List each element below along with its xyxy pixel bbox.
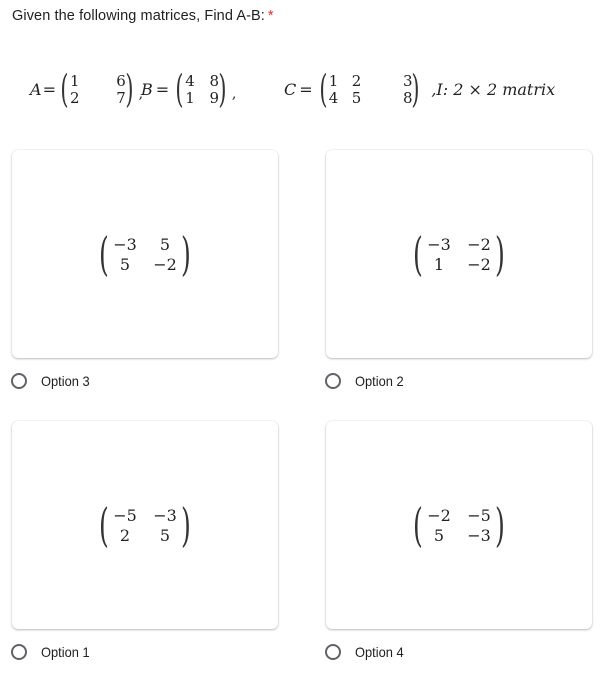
matrix-cell: 5 xyxy=(433,525,445,545)
right-paren-icon: ) xyxy=(411,67,420,111)
matrix-a-label: A xyxy=(30,79,42,99)
option-3-image[interactable]: ( −3 5 5 −2 ) xyxy=(12,150,278,358)
matrix-b-cell: 4 xyxy=(185,71,195,90)
required-marker: * xyxy=(267,8,274,24)
question-text: Given the following matrices, Find A-B: xyxy=(12,8,265,24)
question-title: Given the following matrices, Find A-B: * xyxy=(12,8,274,24)
matrix-cell: 1 xyxy=(433,254,445,274)
matrix-a-body: 1 6 2 7 xyxy=(68,71,126,107)
option-1-matrix: ( −5 −3 2 5 ) xyxy=(95,502,195,548)
option-4-image[interactable]: ( −2 −5 5 −3 ) xyxy=(326,421,592,629)
matrix-c-cell: 1 xyxy=(328,71,339,90)
matrix-b-cell: 9 xyxy=(209,88,219,107)
option-4-choice[interactable]: Option 4 xyxy=(325,644,408,660)
matrix-cell: −5 xyxy=(113,505,137,525)
matrix-cell: −2 xyxy=(467,254,491,274)
matrix-c-cell: 5 xyxy=(351,88,362,107)
matrix-c: C = ( 1 2 3 4 5 8 ) ,I: 2 × 2 matrix xyxy=(284,64,555,114)
option-label: Option 1 xyxy=(41,644,90,660)
matrix-b: B = ( 4 8 1 9 ) , xyxy=(141,64,236,114)
option-label: Option 3 xyxy=(41,373,90,389)
matrix-c-cell: 2 xyxy=(351,71,362,90)
left-paren-icon: ( xyxy=(60,67,69,111)
matrix-a-cell: 7 xyxy=(116,88,126,107)
matrix-cell: −2 xyxy=(427,505,451,525)
matrix-a-equals: = xyxy=(42,79,56,99)
matrix-cell: −2 xyxy=(467,234,491,254)
matrix-a-cell: 2 xyxy=(70,88,80,107)
left-paren-icon: ( xyxy=(413,498,423,552)
option-label: Option 4 xyxy=(355,644,404,660)
right-paren-icon: ) xyxy=(495,498,505,552)
matrix-definitions: A = ( 1 6 2 7 ) , B = ( 4 8 1 9 ) , C = … xyxy=(0,64,614,114)
matrix-cell: 2 xyxy=(119,525,131,545)
right-paren-icon: ) xyxy=(218,67,227,111)
matrix-c-equals: = xyxy=(299,79,313,99)
matrix-cell: 5 xyxy=(159,234,171,254)
right-paren-icon: ) xyxy=(125,67,134,111)
option-2-matrix: ( −3 −2 1 −2 ) xyxy=(409,231,509,277)
matrix-b-label: B xyxy=(141,79,153,99)
matrix-b-body: 4 8 1 9 xyxy=(183,71,219,107)
option-4-matrix: ( −2 −5 5 −3 ) xyxy=(409,502,509,548)
option-1-choice[interactable]: Option 1 xyxy=(11,644,94,660)
matrix-cell: −3 xyxy=(427,234,451,254)
identity-note: ,I: 2 × 2 matrix xyxy=(431,79,556,99)
option-2-choice[interactable]: Option 2 xyxy=(325,373,408,389)
comma: , xyxy=(231,86,237,102)
matrix-cell: 5 xyxy=(119,254,131,274)
radio-button[interactable] xyxy=(11,644,27,660)
radio-button[interactable] xyxy=(11,373,27,389)
right-paren-icon: ) xyxy=(495,227,505,281)
matrix-c-cell: 3 xyxy=(402,71,413,90)
matrix-c-label: C xyxy=(284,79,297,99)
option-3-matrix: ( −3 5 5 −2 ) xyxy=(95,231,195,277)
matrix-b-equals: = xyxy=(155,79,170,99)
left-paren-icon: ( xyxy=(99,227,109,281)
matrix-c-cell: 4 xyxy=(328,88,339,107)
option-1-image[interactable]: ( −5 −3 2 5 ) xyxy=(12,421,278,629)
matrix-b-cell: 1 xyxy=(185,88,195,107)
left-paren-icon: ( xyxy=(99,498,109,552)
matrix-c-body: 1 2 3 4 5 8 xyxy=(326,71,413,107)
left-paren-icon: ( xyxy=(318,67,328,111)
matrix-a-cell: 1 xyxy=(70,71,80,90)
right-paren-icon: ) xyxy=(181,227,191,281)
matrix-cell: 5 xyxy=(159,525,171,545)
option-3-choice[interactable]: Option 3 xyxy=(11,373,94,389)
matrix-cell: −3 xyxy=(467,525,491,545)
matrix-c-cell: 8 xyxy=(402,88,413,107)
matrix-b-cell: 8 xyxy=(209,71,219,90)
matrix-cell: −3 xyxy=(113,234,137,254)
left-paren-icon: ( xyxy=(175,67,184,111)
matrix-cell: −3 xyxy=(153,505,177,525)
radio-button[interactable] xyxy=(325,373,341,389)
radio-button[interactable] xyxy=(325,644,341,660)
matrix-cell: −2 xyxy=(153,254,177,274)
left-paren-icon: ( xyxy=(413,227,423,281)
matrix-a: A = ( 1 6 2 7 ) , xyxy=(30,64,143,114)
option-2-image[interactable]: ( −3 −2 1 −2 ) xyxy=(326,150,592,358)
matrix-cell: −5 xyxy=(467,505,491,525)
matrix-a-cell: 6 xyxy=(116,71,126,90)
option-label: Option 2 xyxy=(355,373,404,389)
right-paren-icon: ) xyxy=(181,498,191,552)
